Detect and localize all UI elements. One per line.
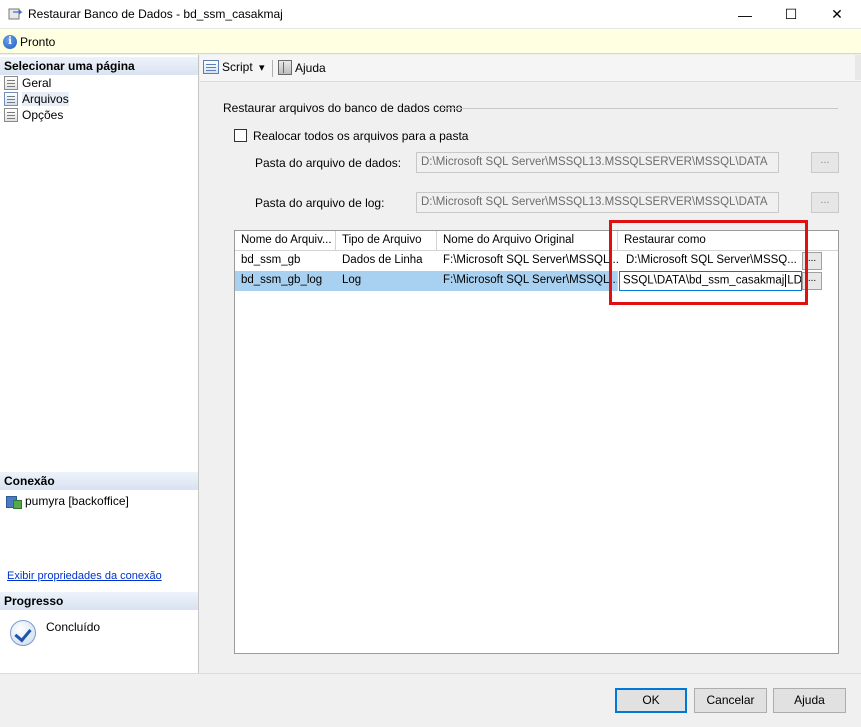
cell-logical-name[interactable]: bd_ssm_gb: [235, 251, 336, 271]
progress-header: Progresso: [0, 592, 198, 610]
restore-files-group-title: Restaurar arquivos do banco de dados com…: [223, 101, 463, 115]
page-icon: [4, 92, 18, 106]
sidebar-item-geral[interactable]: Geral: [4, 75, 51, 91]
info-icon: i: [3, 35, 17, 49]
server-icon: [6, 494, 22, 509]
checkmark-icon: [10, 620, 36, 646]
close-button[interactable]: ✕: [814, 0, 860, 29]
data-folder-label: Pasta do arquivo de dados:: [255, 156, 402, 170]
script-icon: [203, 60, 219, 74]
status-text: Pronto: [20, 35, 56, 49]
cell-file-type[interactable]: Dados de Linha: [336, 251, 437, 271]
relocate-files-label: Realocar todos os arquivos para a pasta: [253, 129, 469, 143]
column-header-original-name[interactable]: Nome do Arquivo Original: [437, 231, 618, 251]
page-icon: [4, 76, 18, 90]
left-panel: Selecionar uma página Geral Arquivos Opç…: [0, 55, 199, 673]
script-label: Script: [222, 60, 253, 74]
script-button[interactable]: Script: [203, 60, 253, 74]
status-bar: i Pronto: [0, 29, 861, 54]
cell-logical-name[interactable]: bd_ssm_gb_log: [235, 271, 336, 291]
title-bar: Restaurar Banco de Dados - bd_ssm_casakm…: [0, 0, 861, 29]
maximize-button[interactable]: ☐: [768, 0, 814, 29]
select-page-header: Selecionar uma página: [0, 57, 198, 75]
minimize-button[interactable]: —: [722, 0, 768, 29]
log-folder-label: Pasta do arquivo de log:: [255, 196, 385, 210]
cell-file-type[interactable]: Log: [336, 271, 437, 291]
data-folder-field[interactable]: D:\Microsoft SQL Server\MSSQL13.MSSQLSER…: [416, 152, 779, 173]
log-folder-field[interactable]: D:\Microsoft SQL Server\MSSQL13.MSSQLSER…: [416, 192, 779, 213]
restore-database-icon: [8, 8, 23, 20]
view-connection-properties-link[interactable]: Exibir propriedades da conexão: [7, 570, 162, 582]
script-dropdown-button[interactable]: ▾: [259, 61, 265, 74]
ok-button[interactable]: OK: [615, 688, 687, 713]
connection-item: pumyra [backoffice]: [6, 494, 129, 509]
vertical-scrollbar[interactable]: [855, 55, 861, 80]
toolbar-separator: [272, 60, 273, 77]
help-toolbar-button[interactable]: Ajuda: [278, 60, 326, 75]
cell-original-name[interactable]: F:\Microsoft SQL Server\MSSQL...: [437, 251, 618, 271]
cell-original-name[interactable]: F:\Microsoft SQL Server\MSSQL...: [437, 271, 618, 291]
page-icon: [4, 108, 18, 122]
cancel-button[interactable]: Cancelar: [694, 688, 767, 713]
connection-header: Conexão: [0, 472, 198, 490]
column-header-file-type[interactable]: Tipo de Arquivo: [336, 231, 437, 251]
toolbar: Script ▾ Ajuda: [200, 55, 861, 82]
group-divider: [441, 108, 838, 109]
data-folder-browse-button[interactable]: ...: [811, 152, 839, 173]
progress-item: Concluído: [10, 620, 100, 646]
connection-name: pumyra [backoffice]: [25, 494, 129, 508]
sidebar-item-label: Opções: [22, 108, 64, 122]
help-book-icon: [278, 60, 292, 75]
window-title: Restaurar Banco de Dados - bd_ssm_casakm…: [28, 7, 283, 21]
sidebar-item-label: Geral: [22, 76, 52, 90]
log-folder-browse-button[interactable]: ...: [811, 192, 839, 213]
sidebar-item-opcoes[interactable]: Opções: [4, 107, 63, 123]
sidebar-item-label: Arquivos: [22, 92, 69, 106]
relocate-files-checkbox[interactable]: [234, 129, 247, 142]
sidebar-item-arquivos[interactable]: Arquivos: [4, 91, 69, 107]
help-label: Ajuda: [295, 60, 326, 75]
column-header-logical-name[interactable]: Nome do Arquiv...: [235, 231, 336, 251]
help-button[interactable]: Ajuda: [773, 688, 846, 713]
highlight-annotation-box: [609, 220, 808, 305]
progress-status: Concluído: [46, 620, 101, 634]
